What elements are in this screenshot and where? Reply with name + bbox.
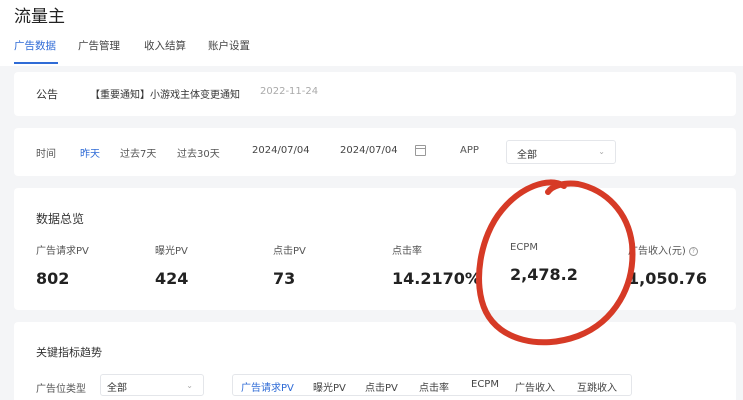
active-tab-indicator [14,62,58,64]
metric-tab-click-pv[interactable]: 点击PV [365,379,398,394]
range-yesterday-button[interactable]: 昨天 [80,145,100,160]
data-overview-panel: 数据总览 广告请求PV 802 曝光PV 424 点击PV 73 点击率 14.… [14,188,736,310]
ad-slot-type-label: 广告位类型 [36,384,86,395]
metric-click-pv: 点击PV 73 [273,242,393,288]
metric-tab-group: 广告请求PV 曝光PV 点击PV 点击率 ECPM 广告收入 互跳收入 [232,374,632,396]
metric-label: 广告请求PV [36,246,89,257]
metric-value: 802 [36,269,70,288]
metric-label: 曝光PV [155,246,188,257]
time-label: 时间 [36,149,56,160]
range-30days-button[interactable]: 过去30天 [177,145,220,160]
app-select[interactable]: 全部 ⌄ [506,140,616,164]
tab-account-settings[interactable]: 账户设置 [208,38,250,53]
end-date-input[interactable]: 2024/07/04 [340,145,398,156]
metric-tab-click-rate[interactable]: 点击率 [419,379,449,394]
metric-value: 1,050.76 [628,269,707,288]
announcement-date: 2022-11-24 [260,86,319,97]
top-header: 流量主 广告数据 广告管理 收入结算 账户设置 [0,0,743,66]
range-7days-button[interactable]: 过去7天 [120,145,156,160]
announcement-link[interactable]: 【重要通知】小游戏主体变更通知 [90,86,240,101]
metric-exposure-pv: 曝光PV 424 [155,242,275,288]
metric-value: 2,478.2 [510,265,578,284]
announcement-bar: 公告 【重要通知】小游戏主体变更通知 2022-11-24 [14,72,736,116]
metric-tab-ecpm[interactable]: ECPM [471,379,499,390]
tab-ad-data[interactable]: 广告数据 [14,38,56,53]
info-icon[interactable]: ? [688,246,698,256]
trend-title: 关键指标趋势 [36,346,102,359]
chevron-down-icon: ⌄ [598,147,605,156]
metric-label: 点击率 [392,246,422,257]
metric-ad-request-pv: 广告请求PV 802 [36,242,156,288]
metric-value: 424 [155,269,189,288]
ad-slot-type-select[interactable]: 全部 ⌄ [100,374,204,396]
metric-click-rate: 点击率 14.2170% [392,242,512,288]
filter-bar: 时间 昨天 过去7天 过去30天 2024/07/04 2024/07/04 A… [14,128,736,176]
metric-ecpm: ECPM 2,478.2 [510,242,630,284]
metric-label: ECPM [510,242,538,253]
tab-ad-management[interactable]: 广告管理 [78,38,120,53]
metric-tab-mutual-jump-income[interactable]: 互跳收入 [577,379,617,394]
tab-income-settlement[interactable]: 收入结算 [144,38,186,53]
metric-ad-income: 广告收入(元)? 1,050.76 [628,242,743,288]
start-date-input[interactable]: 2024/07/04 [252,145,310,156]
overview-title: 数据总览 [36,212,85,226]
metric-label: 广告收入(元) [628,246,686,257]
metric-tab-ad-income[interactable]: 广告收入 [515,379,555,394]
metric-tab-exposure-pv[interactable]: 曝光PV [313,379,346,394]
app-select-value: 全部 [517,150,537,161]
app-label: APP [460,145,479,156]
metric-value: 73 [273,269,296,288]
key-metrics-trend-panel: 关键指标趋势 广告位类型 全部 ⌄ 广告请求PV 曝光PV 点击PV 点击率 E… [14,322,736,400]
metric-label: 点击PV [273,246,306,257]
metric-tab-request-pv[interactable]: 广告请求PV [241,379,294,394]
chevron-down-icon: ⌄ [186,381,193,390]
app-title: 流量主 [14,7,65,27]
ad-slot-type-value: 全部 [107,383,127,394]
calendar-icon[interactable] [415,145,426,156]
metric-value: 14.2170% [392,269,481,288]
announcement-label: 公告 [36,88,58,101]
